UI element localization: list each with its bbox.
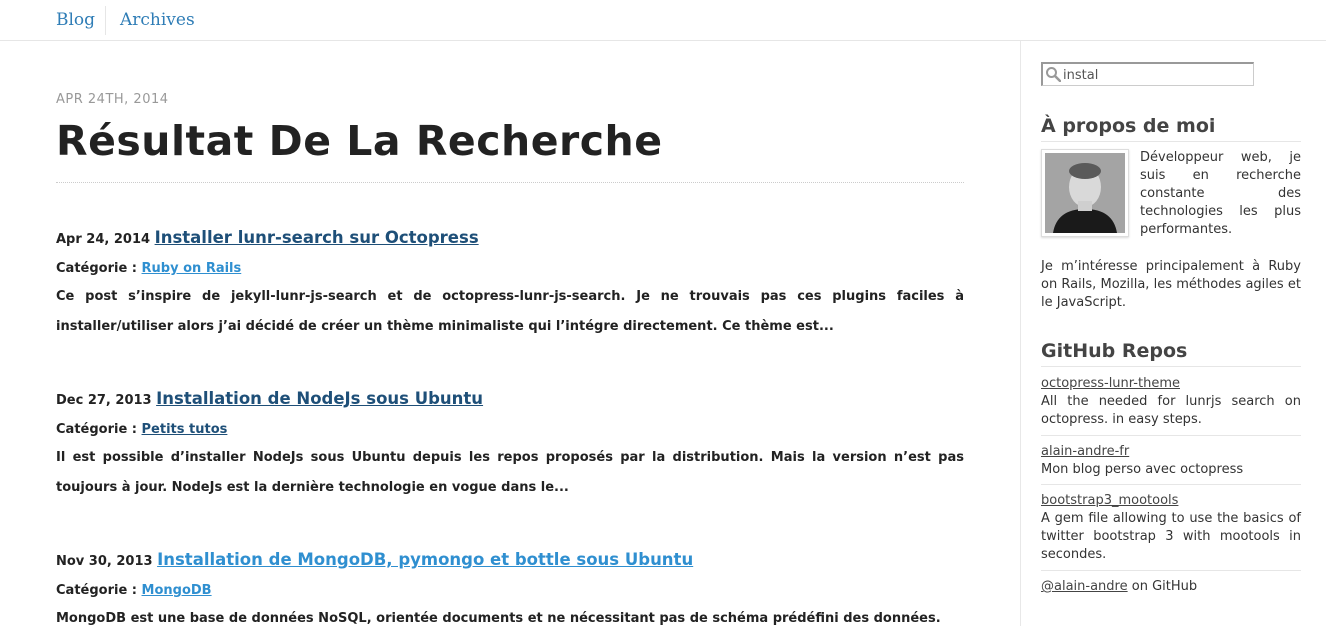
- category-label: Catégorie :: [56, 261, 137, 276]
- top-nav: Blog Archives: [0, 0, 1326, 41]
- nav-archives-link[interactable]: Archives: [120, 10, 195, 30]
- github-suffix: on GitHub: [1127, 579, 1198, 594]
- result-category: Catégorie : Petits tutos: [56, 422, 964, 437]
- category-link[interactable]: Petits tutos: [142, 422, 228, 437]
- category-label: Catégorie :: [56, 422, 137, 437]
- search-icon: [1046, 67, 1061, 82]
- search-result: Dec 27, 2013 Installation de NodeJs sous…: [56, 389, 964, 503]
- result-category: Catégorie : Ruby on Rails: [56, 261, 964, 276]
- nav-separator: [105, 6, 106, 35]
- result-date: Nov 30, 2013: [56, 554, 153, 569]
- result-date: Apr 24, 2014: [56, 232, 151, 247]
- github-user-link[interactable]: @alain-andre: [1041, 579, 1128, 594]
- result-header: Dec 27, 2013 Installation de NodeJs sous…: [56, 389, 964, 408]
- result-category: Catégorie : MongoDB: [56, 583, 964, 598]
- github-heading: GitHub Repos: [1041, 340, 1301, 367]
- about-text-interests: Je m’intéresse principalement à Ruby on …: [1041, 259, 1301, 310]
- about-text: Développeur web, je suis en recherche co…: [1140, 150, 1301, 237]
- category-label: Catégorie :: [56, 583, 137, 598]
- repo-link[interactable]: bootstrap3_mootools: [1041, 493, 1178, 508]
- result-header: Nov 30, 2013 Installation de MongoDB, py…: [56, 550, 964, 569]
- search-input[interactable]: [1063, 66, 1251, 84]
- repo-item: alain-andre-fr Mon blog perso avec octop…: [1041, 443, 1301, 479]
- repo-item: bootstrap3_mootools A gem file allowing …: [1041, 492, 1301, 564]
- page-date: Apr 24th, 2014: [56, 92, 169, 107]
- main-content: Apr 24th, 2014 Résultat De La Recherche …: [0, 41, 1020, 626]
- search-result: Apr 24, 2014 Installer lunr-search sur O…: [56, 228, 964, 342]
- repo-divider: [1041, 435, 1301, 436]
- repo-link[interactable]: alain-andre-fr: [1041, 444, 1129, 459]
- result-title-link[interactable]: Installer lunr-search sur Octopress: [155, 228, 479, 247]
- result-excerpt: MongoDB est une base de données NoSQL, o…: [56, 611, 941, 626]
- avatar: [1041, 149, 1129, 237]
- result-excerpt: Il est possible d’installer NodeJs sous …: [56, 450, 964, 495]
- repo-description: A gem file allowing to use the basics of…: [1041, 511, 1301, 562]
- search-result: Nov 30, 2013 Installation de MongoDB, py…: [56, 550, 964, 634]
- repo-divider: [1041, 570, 1301, 571]
- page-title: Résultat De La Recherche: [56, 117, 663, 165]
- category-link[interactable]: Ruby on Rails: [142, 261, 242, 276]
- result-header: Apr 24, 2014 Installer lunr-search sur O…: [56, 228, 964, 247]
- about-heading: À propos de moi: [1041, 115, 1301, 142]
- nav-blog-link[interactable]: Blog: [56, 10, 95, 30]
- result-title-link[interactable]: Installation de MongoDB, pymongo et bott…: [157, 550, 693, 569]
- repo-description: All the needed for lunrjs search on octo…: [1041, 394, 1301, 427]
- repo-item: octopress-lunr-theme All the needed for …: [1041, 375, 1301, 429]
- github-footer: @alain-andre on GitHub: [1041, 578, 1301, 596]
- result-date: Dec 27, 2013: [56, 393, 152, 408]
- sidebar: À propos de moi Développeur web, je suis…: [1020, 41, 1326, 626]
- profile-photo: [1045, 153, 1125, 233]
- result-excerpt: Ce post s’inspire de jekyll-lunr-js-sear…: [56, 289, 964, 334]
- result-title-link[interactable]: Installation de NodeJs sous Ubuntu: [156, 389, 483, 408]
- repo-divider: [1041, 484, 1301, 485]
- title-divider: [56, 182, 964, 183]
- category-link[interactable]: MongoDB: [142, 583, 212, 598]
- repo-description: Mon blog perso avec octopress: [1041, 462, 1244, 477]
- search-box: [1041, 62, 1254, 86]
- repo-link[interactable]: octopress-lunr-theme: [1041, 376, 1180, 391]
